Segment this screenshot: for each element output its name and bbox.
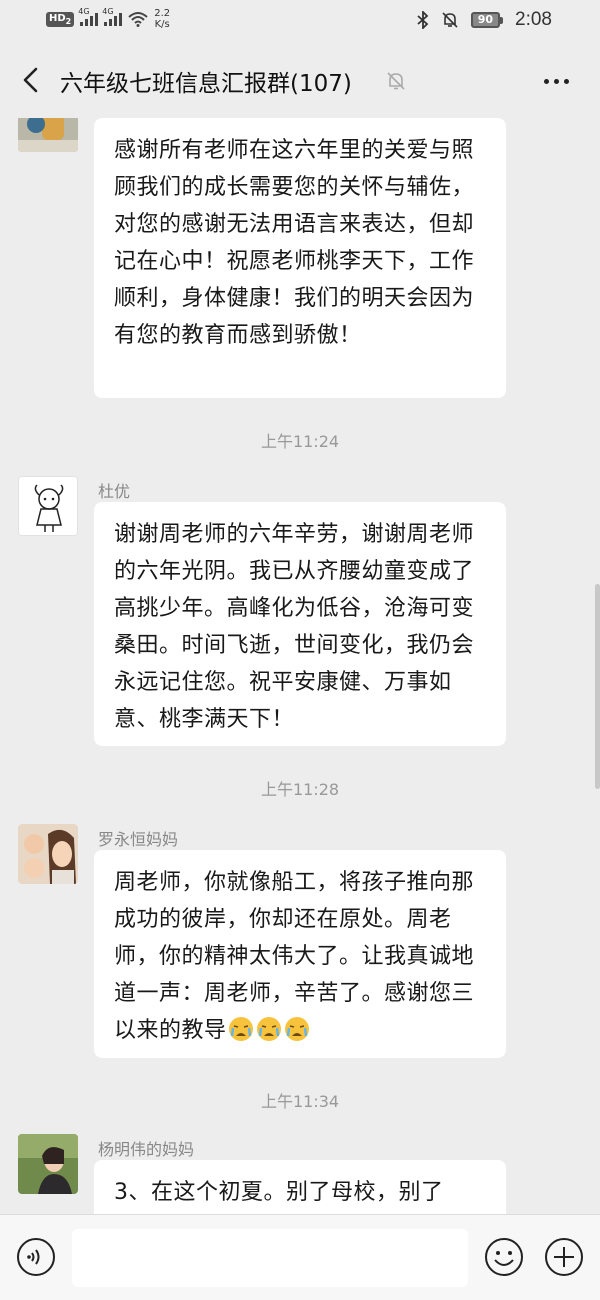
message-bubble[interactable]: 3、在这个初夏。别了母校，别了 xyxy=(94,1160,506,1214)
message-bubble[interactable]: 感谢所有老师在这六年里的关爱与照顾我们的成长需要您的关怀与辅佐，对您的感谢无法用… xyxy=(94,118,506,398)
clock: 2:08 xyxy=(515,9,552,30)
avatar-image xyxy=(18,824,78,884)
mute-bell-icon xyxy=(442,12,458,28)
avatar-image xyxy=(19,477,77,535)
hd-badge: HD2 xyxy=(46,11,75,27)
crying-emoji-icon xyxy=(284,1017,309,1041)
network-speed: 2.2 K/s xyxy=(154,8,170,30)
timestamp: 上午11:28 xyxy=(260,780,340,799)
avatar[interactable] xyxy=(18,824,78,884)
hd-sub: 2 xyxy=(65,16,72,26)
scrollbar[interactable] xyxy=(595,584,600,789)
message-bubble[interactable]: 周老师，你就像船工，将孩子推向那成功的彼岸，你却还在原处。周老师，你的精神太伟大… xyxy=(94,850,506,1058)
emoji-icon[interactable] xyxy=(484,1237,524,1277)
timestamp: 上午11:24 xyxy=(260,432,340,451)
crying-emoji-icon xyxy=(228,1017,253,1041)
status-left: HD2 4G 4G 2.2 K/s xyxy=(46,7,170,30)
sender-name: 罗永恒妈妈 xyxy=(98,830,179,849)
message-bubble[interactable]: 谢谢周老师的六年辛劳，谢谢周老师的六年光阴。我已从齐腰幼童变成了高挑少年。高峰化… xyxy=(94,502,506,746)
speed-value: 2.2 xyxy=(154,8,171,19)
more-options-button[interactable] xyxy=(538,66,574,96)
chat-title: 六年级七班信息汇报群(107) xyxy=(60,71,352,97)
input-bar xyxy=(0,1214,600,1300)
status-bar: HD2 4G 4G 2.2 K/s 90 2:08 xyxy=(0,0,600,44)
message-list[interactable]: 感谢所有老师在这六年里的关爱与照顾我们的成长需要您的关怀与辅佐，对您的感谢无法用… xyxy=(0,118,600,1214)
battery-level: 90 xyxy=(470,12,501,28)
message-text: 感谢所有老师在这六年里的关爱与照顾我们的成长需要您的关怀与辅佐，对您的感谢无法用… xyxy=(114,138,475,348)
plus-icon[interactable] xyxy=(544,1237,584,1277)
sender-name: 杨明伟的妈妈 xyxy=(98,1140,195,1159)
back-arrow-icon[interactable] xyxy=(14,62,50,98)
voice-input-icon[interactable] xyxy=(16,1237,56,1277)
signal1-label: 4G xyxy=(78,7,90,16)
message-text: 谢谢周老师的六年辛劳，谢谢周老师的六年光阴。我已从齐腰幼童变成了高挑少年。高峰化… xyxy=(114,522,475,732)
signal2-label: 4G xyxy=(102,7,114,16)
avatar[interactable] xyxy=(18,476,78,536)
battery-icon: 90 xyxy=(470,12,504,28)
timestamp: 上午11:34 xyxy=(260,1092,340,1111)
signal-strength-icon: 4G xyxy=(78,7,99,26)
wifi-icon xyxy=(128,12,148,27)
chat-header: 六年级七班信息汇报群(107) xyxy=(0,44,600,118)
avatar-image xyxy=(18,1134,78,1194)
avatar[interactable] xyxy=(18,118,78,152)
avatar[interactable] xyxy=(18,1134,78,1194)
signal-strength-icon-2: 4G xyxy=(102,7,123,26)
status-right: 90 2:08 xyxy=(417,9,552,31)
crying-emoji-icon xyxy=(256,1017,281,1041)
sender-name: 杜优 xyxy=(98,482,131,501)
speed-unit: K/s xyxy=(154,19,170,30)
bluetooth-icon xyxy=(417,11,429,29)
avatar-image xyxy=(18,118,78,152)
mute-notification-icon xyxy=(387,72,405,90)
hd-label: HD xyxy=(49,12,66,24)
message-text: 3、在这个初夏。别了母校，别了 xyxy=(114,1180,444,1205)
message-input[interactable] xyxy=(72,1229,468,1287)
